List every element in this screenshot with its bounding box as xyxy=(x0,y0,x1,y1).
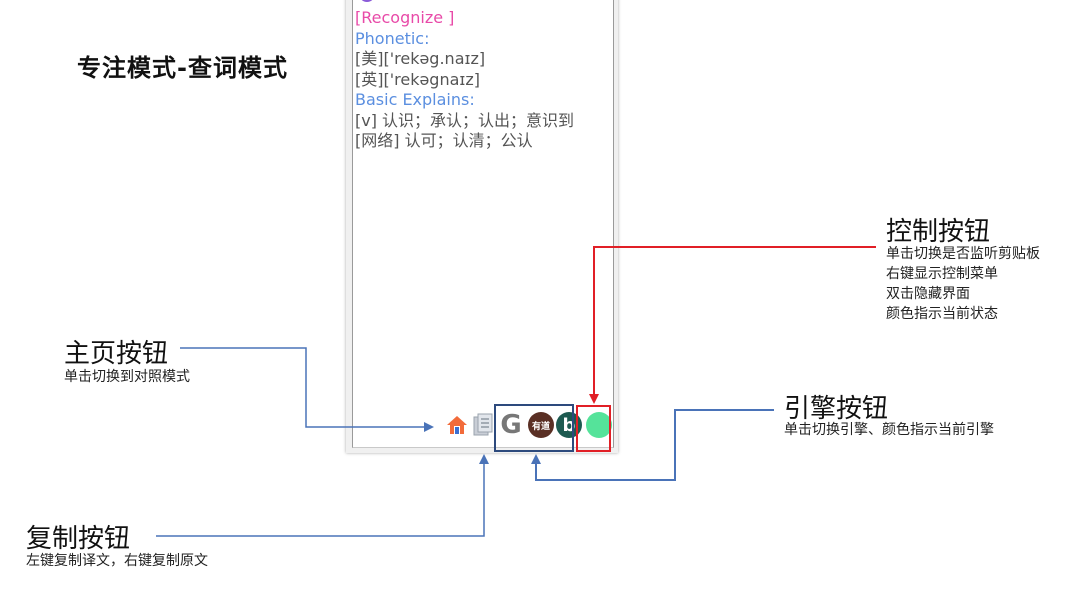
control-annotation-desc: 单击切换是否监听剪贴板 右键显示控制菜单 双击隐藏界面 颜色指示当前状态 xyxy=(886,244,1040,324)
home-button[interactable] xyxy=(443,411,471,439)
control-desc-line: 颜色指示当前状态 xyxy=(886,306,998,322)
home-desc-line: 单击切换到对照模式 xyxy=(64,369,190,385)
copy-desc-line: 左键复制译文，右键复制原文 xyxy=(26,553,208,569)
control-desc-line: 双击隐藏界面 xyxy=(886,286,970,302)
dict-phonetic-label: Phonetic: xyxy=(355,28,430,48)
copy-icon xyxy=(473,413,493,436)
page-title: 专注模式-查词模式 xyxy=(77,54,288,82)
translation-panel: [Recognize ] Phonetic: [美]['rekəg.naɪz] … xyxy=(352,0,614,448)
copy-connector xyxy=(156,454,489,537)
cropped-header xyxy=(355,0,610,8)
engine-annotation-desc: 单击切换引擎、颜色指示当前引擎 xyxy=(784,420,994,440)
control-highlight-box xyxy=(576,405,611,452)
engine-desc-line: 单击切换引擎、颜色指示当前引擎 xyxy=(784,422,994,438)
copy-annotation-desc: 左键复制译文，右键复制原文 xyxy=(26,551,208,571)
dict-basic-label: Basic Explains: xyxy=(355,90,475,109)
home-icon xyxy=(447,416,467,434)
control-desc-line: 单击切换是否监听剪贴板 xyxy=(886,246,1040,262)
control-desc-line: 右键显示控制菜单 xyxy=(886,266,998,282)
home-annotation-desc: 单击切换到对照模式 xyxy=(64,367,190,387)
dict-word: [Recognize ] xyxy=(355,8,455,27)
dict-explain-web: [网络] 认可；认清；公认 xyxy=(355,131,533,150)
copy-button[interactable] xyxy=(469,411,497,439)
engine-highlight-box xyxy=(494,404,574,452)
control-connector xyxy=(589,246,876,404)
copy-annotation-title: 复制按钮 xyxy=(26,524,131,554)
dict-phonetic-us: [美]['rekəg.naɪz] xyxy=(355,49,486,68)
dict-explain-verb: [v] 认识；承认；认出；意识到 xyxy=(355,110,575,130)
dictionary-content: [Recognize ] Phonetic: [美]['rekəg.naɪz] … xyxy=(355,0,610,152)
home-annotation-title: 主页按钮 xyxy=(64,339,169,369)
control-annotation-title: 控制按钮 xyxy=(886,217,991,247)
dict-phonetic-uk: [英]['rekəgnaɪz] xyxy=(355,69,480,89)
app-window: [Recognize ] Phonetic: [美]['rekəg.naɪz] … xyxy=(346,0,618,453)
